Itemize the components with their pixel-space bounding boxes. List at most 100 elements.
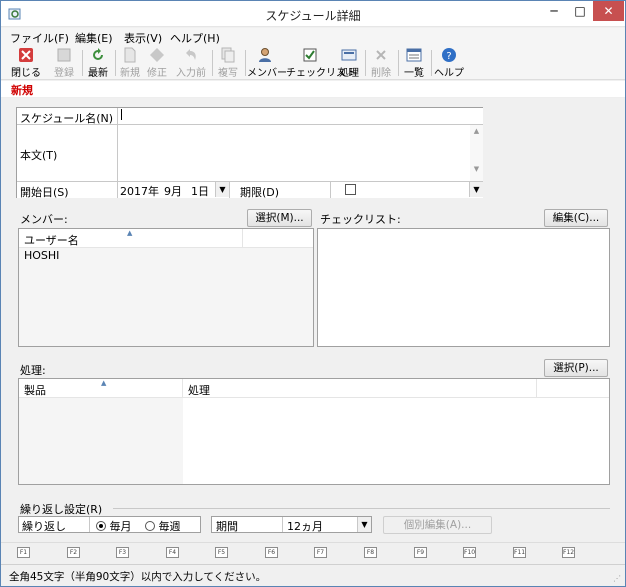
title-bar: スケジュール詳細 ─ □ ✕ (1, 1, 625, 27)
schedule-form: スケジュール名(N) 本文(T) ▲ ▼ 開始日(S) 2017年 9月 1日 … (16, 107, 483, 199)
edit-checklist-button[interactable]: 編集(C)... (544, 209, 608, 227)
resize-grip-icon[interactable]: ⋰ (613, 574, 621, 583)
start-day[interactable]: 1日 (191, 183, 209, 199)
schedule-name-input[interactable] (118, 108, 483, 125)
scroll-down-icon[interactable]: ▼ (470, 165, 483, 173)
menu-file[interactable]: ファイル(F) (10, 30, 69, 46)
fkey-f3[interactable]: F3 (116, 547, 129, 558)
prev-input-button[interactable]: 入力前 (174, 47, 208, 79)
user-icon (259, 48, 271, 62)
sort-ascending-icon: ▲ (101, 379, 107, 387)
fkey-f5[interactable]: F5 (215, 547, 228, 558)
close-button[interactable]: 閉じる (11, 47, 41, 79)
refresh-icon (93, 48, 103, 60)
processing-list[interactable]: 製品 ▲ 処理 (18, 378, 610, 485)
delete-button[interactable]: 削除 (368, 47, 394, 79)
fkey-f2[interactable]: F2 (67, 547, 80, 558)
copy-icon (221, 47, 235, 63)
chevron-down-icon[interactable]: ▼ (215, 182, 229, 197)
deadline-label: 期限(D) (230, 182, 331, 199)
fkey-f1[interactable]: F1 (17, 547, 30, 558)
body-label: 本文(T) (17, 125, 118, 182)
checklist-list[interactable] (317, 228, 610, 347)
register-button[interactable]: 登録 (50, 47, 78, 79)
divider (89, 517, 90, 532)
maximize-button[interactable]: □ (567, 1, 593, 21)
list-button[interactable]: 一覧 (401, 47, 427, 79)
menu-help[interactable]: ヘルプ(H) (170, 30, 220, 46)
mode-label: 新規 (11, 84, 33, 97)
username-column-header[interactable]: ユーザー名 ▲ (19, 229, 243, 248)
window-title: スケジュール詳細 (265, 9, 361, 23)
individual-edit-button[interactable]: 個別編集(A)... (383, 516, 492, 534)
fkey-f7[interactable]: F7 (314, 547, 327, 558)
chevron-down-icon[interactable]: ▼ (357, 517, 371, 532)
toolbar-separator (431, 50, 432, 76)
divider (113, 508, 610, 509)
period-value[interactable]: 12ヵ月 (287, 518, 323, 534)
table-row[interactable]: HOSHI (19, 248, 243, 263)
processing-label: 処理: (20, 364, 46, 377)
svg-text:?: ? (446, 51, 451, 62)
edit-button[interactable]: 修正 (144, 47, 170, 79)
process-button[interactable]: 処理 (337, 47, 361, 79)
radio-weekly[interactable]: 毎週 (145, 518, 181, 534)
start-year[interactable]: 2017年 (120, 183, 159, 199)
body-scrollbar[interactable]: ▲ ▼ (470, 125, 483, 181)
chevron-down-icon[interactable]: ▼ (469, 182, 483, 197)
help-button[interactable]: ? ヘルプ (434, 47, 464, 79)
start-date-picker[interactable]: 2017年 9月 1日 ▼ (118, 182, 230, 198)
toolbar-separator (82, 50, 83, 76)
deadline-picker[interactable]: ▼ (331, 182, 483, 198)
schedule-name-label: スケジュール名(N) (17, 108, 118, 125)
deadline-checkbox[interactable] (345, 184, 356, 195)
fkey-f10[interactable]: F10 (463, 547, 476, 558)
divider (282, 517, 283, 532)
fkey-f11[interactable]: F11 (513, 547, 526, 558)
process-column-header[interactable]: 処理 (183, 379, 537, 398)
radio-selected-icon[interactable] (96, 521, 106, 531)
sort-ascending-icon: ▲ (127, 229, 133, 237)
list-icon (406, 48, 422, 62)
column-header-empty[interactable] (537, 379, 609, 398)
minimize-button[interactable]: ─ (541, 1, 567, 21)
scroll-up-icon[interactable]: ▲ (470, 127, 483, 135)
fkey-f8[interactable]: F8 (364, 547, 377, 558)
member-button[interactable]: メンバー (247, 47, 287, 79)
menu-view[interactable]: 表示(V) (124, 30, 162, 46)
copy-button[interactable]: 複写 (215, 47, 241, 79)
schedule-detail-window: スケジュール詳細 ─ □ ✕ ファイル(F) 編集(E) 表示(V) ヘルプ(H… (0, 0, 626, 587)
refresh-button[interactable]: 最新 (85, 47, 111, 79)
select-members-button[interactable]: 選択(M)... (247, 209, 312, 227)
help-icon: ? (442, 48, 456, 62)
radio-monthly[interactable]: 毎月 (96, 518, 132, 534)
fkey-f6[interactable]: F6 (265, 547, 278, 558)
edit-icon (150, 48, 164, 62)
fkey-f9[interactable]: F9 (414, 547, 427, 558)
checklist-label: チェックリスト: (320, 213, 401, 226)
status-bar: 全角45文字（半角90文字）以内で入力してください。 ⋰ (1, 564, 625, 586)
delete-icon (376, 50, 386, 60)
product-column-header[interactable]: 製品 ▲ (19, 379, 183, 398)
body-textarea[interactable]: ▲ ▼ (118, 125, 483, 182)
toolbar-separator (365, 50, 366, 76)
close-icon (19, 48, 33, 62)
repeat-row: 繰り返し 毎月 毎週 (18, 516, 201, 533)
fkey-f12[interactable]: F12 (562, 547, 575, 558)
checklist-button[interactable]: チェックリスト (286, 47, 356, 79)
radio-unselected-icon[interactable] (145, 521, 155, 531)
close-window-button[interactable]: ✕ (593, 1, 624, 21)
status-text: 全角45文字（半角90文字）以内で入力してください。 (9, 571, 267, 583)
repeat-label: 繰り返し (22, 520, 66, 533)
menu-bar: ファイル(F) 編集(E) 表示(V) ヘルプ(H) (1, 28, 625, 46)
process-icon (341, 49, 357, 61)
members-label: メンバー: (20, 213, 68, 226)
undo-icon (186, 49, 196, 60)
start-month[interactable]: 9月 (164, 183, 182, 199)
column-header-empty[interactable] (243, 229, 313, 248)
select-processing-button[interactable]: 選択(P)... (544, 359, 608, 377)
menu-edit[interactable]: 編集(E) (75, 30, 113, 46)
new-button[interactable]: 新規 (117, 47, 143, 79)
members-list[interactable]: ユーザー名 ▲ HOSHI (18, 228, 314, 347)
fkey-f4[interactable]: F4 (166, 547, 179, 558)
